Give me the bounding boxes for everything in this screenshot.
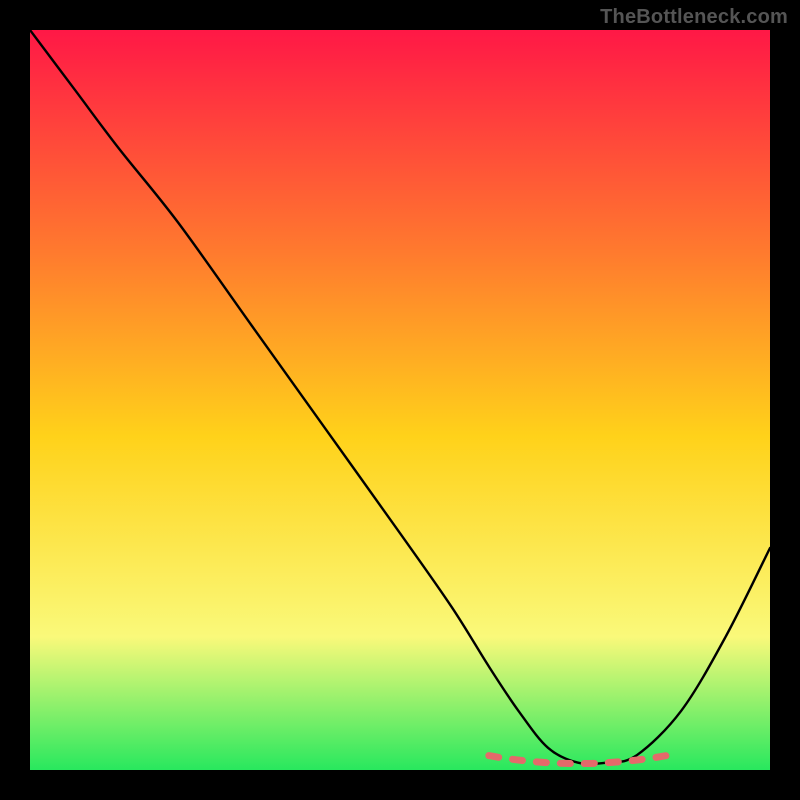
plot-area (30, 30, 770, 770)
gradient-background (30, 30, 770, 770)
watermark-text: TheBottleneck.com (600, 6, 788, 29)
chart-stage: TheBottleneck.com (0, 0, 800, 800)
chart-svg (30, 30, 770, 770)
